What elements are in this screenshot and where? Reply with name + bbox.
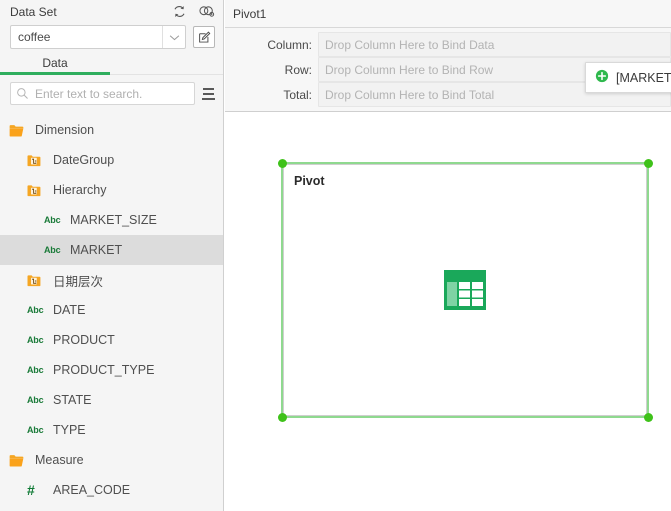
field-tree: Dimension DateGroup Hierarchy Abc MARKET_SIZ… — [0, 115, 223, 505]
dataset-header: Data Set — [0, 0, 223, 22]
tree-item-product-type[interactable]: Abc PRODUCT_TYPE — [0, 355, 223, 385]
tree-item-label: PRODUCT_TYPE — [53, 363, 155, 377]
drag-ghost-label: [MARKET] — [616, 70, 671, 85]
tree-item-日期层次[interactable]: 日期层次 — [0, 265, 223, 295]
hierarchy-icon — [27, 154, 47, 167]
tree-item-label: DateGroup — [53, 153, 115, 167]
tree-item-measure[interactable]: Measure — [0, 445, 223, 475]
tree-item-product[interactable]: Abc PRODUCT — [0, 325, 223, 355]
tree-item-label: Dimension — [35, 123, 95, 137]
abc-icon: Abc — [44, 245, 61, 255]
pivot-widget[interactable]: Pivot — [283, 164, 647, 416]
edit-dataset-button[interactable] — [193, 26, 215, 48]
sidebar-tabs: Data — [0, 56, 223, 77]
tree-item-label: 日期层次 — [53, 274, 104, 289]
pivot-title-bar: Pivot1 — [225, 0, 671, 28]
tree-item-label: TYPE — [53, 423, 86, 437]
folder-icon — [9, 454, 29, 467]
tree-item-market-size[interactable]: Abc MARKET_SIZE — [0, 205, 223, 235]
dataset-select[interactable]: coffee — [10, 25, 186, 49]
tree-item-label: STATE — [53, 393, 92, 407]
add-circle-icon — [595, 69, 609, 86]
data-panel-sidebar: Data Set coffee Data Enter text to searc… — [0, 0, 224, 511]
tree-item-label: MARKET_SIZE — [70, 213, 157, 227]
binding-label-column: Column: — [267, 37, 312, 52]
pivot-widget-caption: Pivot — [294, 174, 325, 188]
tree-item-label: PRODUCT — [53, 333, 115, 347]
dataset-select-value: coffee — [18, 30, 51, 44]
tree-item-label: Measure — [35, 453, 84, 467]
search-input[interactable] — [33, 86, 194, 101]
search-icon — [11, 87, 33, 100]
resize-handle-top-left[interactable] — [277, 158, 287, 168]
tab-active-indicator — [0, 72, 110, 75]
tree-item-state[interactable]: Abc STATE — [0, 385, 223, 415]
resize-handle-bottom-right[interactable] — [643, 412, 653, 422]
hierarchy-icon — [27, 184, 47, 197]
binding-row-column: Column: Drop Column Here to Bind Data — [225, 32, 671, 57]
tree-item-label: MARKET — [70, 243, 123, 257]
tree-item-dimension[interactable]: Dimension — [0, 115, 223, 145]
chevron-down-icon[interactable] — [162, 26, 185, 48]
drag-ghost-market: [MARKET] — [585, 62, 671, 93]
pivot-editor-pane: Pivot1 Column: Drop Column Here to Bind D… — [225, 0, 671, 511]
tree-item-type[interactable]: Abc TYPE — [0, 415, 223, 445]
resize-handle-top-right[interactable] — [643, 158, 653, 168]
binding-label-row: Row: — [284, 62, 312, 77]
tree-item-area-code[interactable]: # AREA_CODE — [0, 475, 223, 505]
abc-icon: Abc — [27, 425, 44, 435]
abc-icon: Abc — [27, 365, 44, 375]
abc-icon: Abc — [27, 395, 44, 405]
tree-item-date[interactable]: Abc DATE — [0, 295, 223, 325]
abc-icon: Abc — [44, 215, 61, 225]
relationship-icon[interactable] — [198, 3, 215, 20]
folder-icon — [9, 124, 29, 137]
binding-dropzone-column[interactable]: Drop Column Here to Bind Data — [318, 32, 671, 57]
tree-item-label: DATE — [53, 303, 86, 317]
abc-icon: Abc — [27, 335, 44, 345]
tree-item-label: Hierarchy — [53, 183, 107, 197]
tree-item-dategroup[interactable]: DateGroup — [0, 145, 223, 175]
page-title: Pivot1 — [233, 6, 267, 21]
hierarchy-icon — [27, 274, 47, 287]
report-canvas[interactable]: Pivot — [225, 113, 671, 511]
refresh-icon[interactable] — [171, 3, 188, 20]
tree-item-market[interactable]: Abc MARKET — [0, 235, 223, 265]
tree-item-label: AREA_CODE — [53, 483, 131, 497]
dataset-selector-row: coffee — [0, 22, 223, 49]
resize-handle-bottom-left[interactable] — [277, 412, 287, 422]
dataset-header-title: Data Set — [10, 5, 57, 19]
search-row — [0, 77, 223, 105]
abc-icon: Abc — [27, 305, 44, 315]
binding-label-total: Total: — [283, 87, 312, 102]
pivot-table-icon — [443, 268, 487, 312]
search-box[interactable] — [10, 82, 195, 105]
app-root: Data Set coffee Data Enter text to searc… — [0, 0, 671, 511]
tree-item-hierarchy[interactable]: Hierarchy — [0, 175, 223, 205]
tab-data[interactable]: Data — [0, 56, 110, 71]
list-menu-icon[interactable] — [201, 84, 217, 104]
hash-icon: # — [27, 482, 35, 498]
dataset-header-icons — [171, 3, 215, 20]
